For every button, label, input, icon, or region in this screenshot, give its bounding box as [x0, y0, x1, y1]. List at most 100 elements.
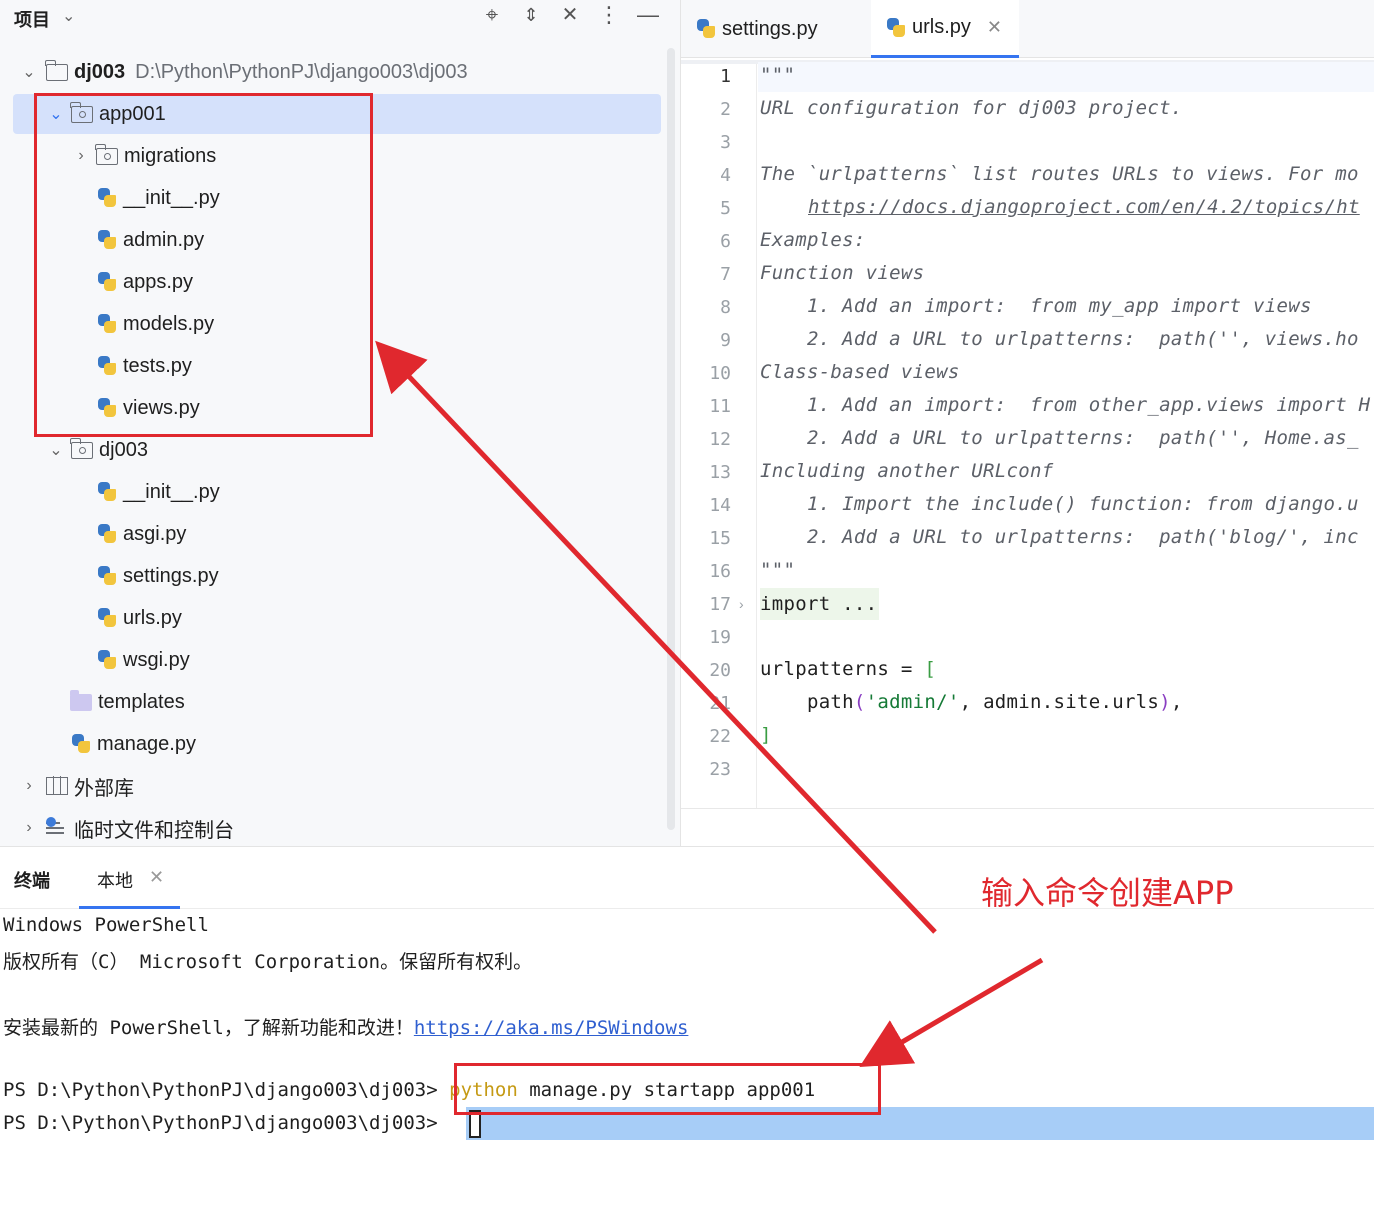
line-number: 13 [709, 462, 731, 483]
tree-scrollbar[interactable] [667, 48, 675, 830]
tab-label: urls.py [912, 16, 971, 38]
code-line: 2. Add a URL to urlpatterns: path('', vi… [760, 328, 1359, 350]
tree-item-file[interactable]: __init__.py [96, 472, 220, 512]
powershell-link[interactable]: https://aka.ms/PSWindows [414, 1017, 689, 1039]
folded-import[interactable]: import ... [760, 588, 880, 620]
tree-item-file[interactable]: wsgi.py [96, 640, 190, 680]
code-line: 1. Add an import: from my_app import vie… [760, 295, 1312, 317]
tree-item-file[interactable]: settings.py [96, 556, 219, 596]
python-file-icon [70, 733, 92, 755]
chevron-down-icon[interactable]: ⌄ [62, 6, 75, 26]
package-folder-icon [70, 437, 93, 459]
line-number: 4 [720, 165, 731, 186]
tree-item-label: manage.py [97, 732, 196, 755]
python-file-icon [96, 481, 118, 503]
scratches-icon [46, 817, 68, 837]
tree-item-label: settings.py [123, 564, 219, 587]
annotation-box-command [454, 1063, 881, 1115]
library-icon [46, 776, 68, 795]
expand-collapse-icon[interactable]: ⇕ [518, 2, 544, 28]
line-number: 10 [709, 363, 731, 384]
code-line: urlpatterns = [ [760, 658, 936, 680]
close-icon[interactable]: ✕ [149, 867, 164, 888]
python-file-icon [96, 565, 118, 587]
code-token: [ [924, 658, 937, 680]
tree-root-path: D:\Python\PythonPJ\django003\dj003 [135, 60, 468, 83]
collapse-all-icon[interactable]: ✕ [557, 2, 583, 28]
minimize-icon[interactable]: — [635, 2, 661, 28]
code-line: 1. Import the include() function: from d… [760, 493, 1359, 515]
line-number: 20 [709, 660, 731, 681]
annotation-label: 输入命令创建APP [981, 874, 1234, 912]
code-token: , [1170, 691, 1183, 713]
line-number: 7 [720, 264, 731, 285]
line-number: 22 [709, 726, 731, 747]
tree-item-file[interactable]: urls.py [96, 598, 182, 638]
line-number: 17 [709, 594, 731, 615]
tree-item-label: templates [98, 690, 185, 713]
terminal-text: 安装最新的 PowerShell，了解新功能和改进！ [3, 1017, 414, 1039]
tab-settings-py[interactable]: settings.py [681, 0, 871, 58]
code-line: """ [760, 559, 796, 581]
terminal-line: 版权所有（C） Microsoft Corporation。保留所有权利。 [3, 951, 533, 973]
locate-icon[interactable]: ⌖ [479, 2, 505, 28]
line-number: 19 [709, 627, 731, 648]
line-number: 12 [709, 429, 731, 450]
code-token: ) [1159, 691, 1171, 713]
code-line: """ [760, 64, 796, 86]
tab-local[interactable]: 本地 ✕ [79, 847, 180, 909]
tab-label: settings.py [722, 17, 818, 40]
folder-icon [45, 59, 68, 81]
chevron-right-icon[interactable]: › [18, 819, 40, 837]
tree-item-root[interactable]: ⌄ dj003 D:\Python\PythonPJ\django003\dj0… [18, 52, 658, 92]
terminal-line: Windows PowerShell [3, 914, 209, 936]
tree-item-label: wsgi.py [123, 648, 190, 671]
tree-item-label: 临时文件和控制台 [74, 817, 234, 842]
chevron-down-icon[interactable]: ⌄ [18, 62, 40, 82]
code-editor: settings.py urls.py ✕ 1 2 3 4 5 6 7 8 9 … [680, 0, 1374, 846]
chevron-down-icon[interactable]: ⌄ [45, 440, 67, 460]
tree-item-manage[interactable]: manage.py [70, 724, 196, 764]
line-number: 14 [709, 495, 731, 516]
line-number: 15 [709, 528, 731, 549]
line-number: 16 [709, 561, 731, 582]
code-line: The `urlpatterns` list routes URLs to vi… [760, 163, 1359, 185]
line-number: 21 [709, 693, 731, 714]
code-line: path('admin/', admin.site.urls), [760, 691, 1183, 713]
chevron-right-icon[interactable]: › [18, 777, 40, 795]
code-line: Class-based views [760, 361, 960, 383]
templates-folder-icon [70, 689, 92, 711]
code-token: 'admin/' [865, 691, 960, 713]
editor-tab-bar: settings.py urls.py ✕ [681, 0, 1374, 58]
code-token: path [760, 691, 854, 713]
code-line: 1. Add an import: from other_app.views i… [760, 394, 1371, 416]
close-icon[interactable]: ✕ [987, 17, 1002, 38]
code-line: Examples: [760, 229, 866, 251]
tree-item-file[interactable]: asgi.py [96, 514, 186, 554]
code-line: 2. Add a URL to urlpatterns: path('', Ho… [760, 427, 1359, 449]
code-line: Including another URLconf [760, 460, 1054, 482]
tab-label: 本地 [97, 871, 133, 892]
python-file-icon [695, 18, 717, 40]
code-token: urlpatterns = [760, 658, 925, 680]
code-link[interactable]: https://docs.djangoproject.com/en/4.2/to… [808, 196, 1360, 218]
project-panel-title[interactable]: 项目 [14, 6, 50, 32]
current-line-highlight [758, 62, 1374, 92]
tree-item-label: __init__.py [123, 480, 220, 503]
tree-item-scratches[interactable]: › 临时文件和控制台 [18, 808, 234, 848]
line-number: 3 [720, 132, 731, 153]
terminal-title: 终端 [14, 871, 50, 892]
more-options-icon[interactable]: ⋮ [596, 2, 622, 28]
code-line: 2. Add a URL to urlpatterns: path('blog/… [760, 526, 1359, 548]
line-number: 2 [720, 99, 731, 120]
python-file-icon [96, 649, 118, 671]
tab-urls-py[interactable]: urls.py ✕ [871, 0, 1019, 58]
code-line: URL configuration for dj003 project. [760, 97, 1183, 119]
tree-item-templates[interactable]: templates [70, 682, 185, 722]
tree-item-external-libraries[interactable]: › 外部库 [18, 766, 134, 806]
tree-root-name: dj003 [74, 60, 126, 83]
fold-chevron-icon[interactable]: › [739, 596, 744, 612]
python-file-icon [96, 523, 118, 545]
python-file-icon [885, 17, 907, 39]
terminal-prompt: PS D:\Python\PythonPJ\django003\dj003> [3, 1079, 450, 1101]
